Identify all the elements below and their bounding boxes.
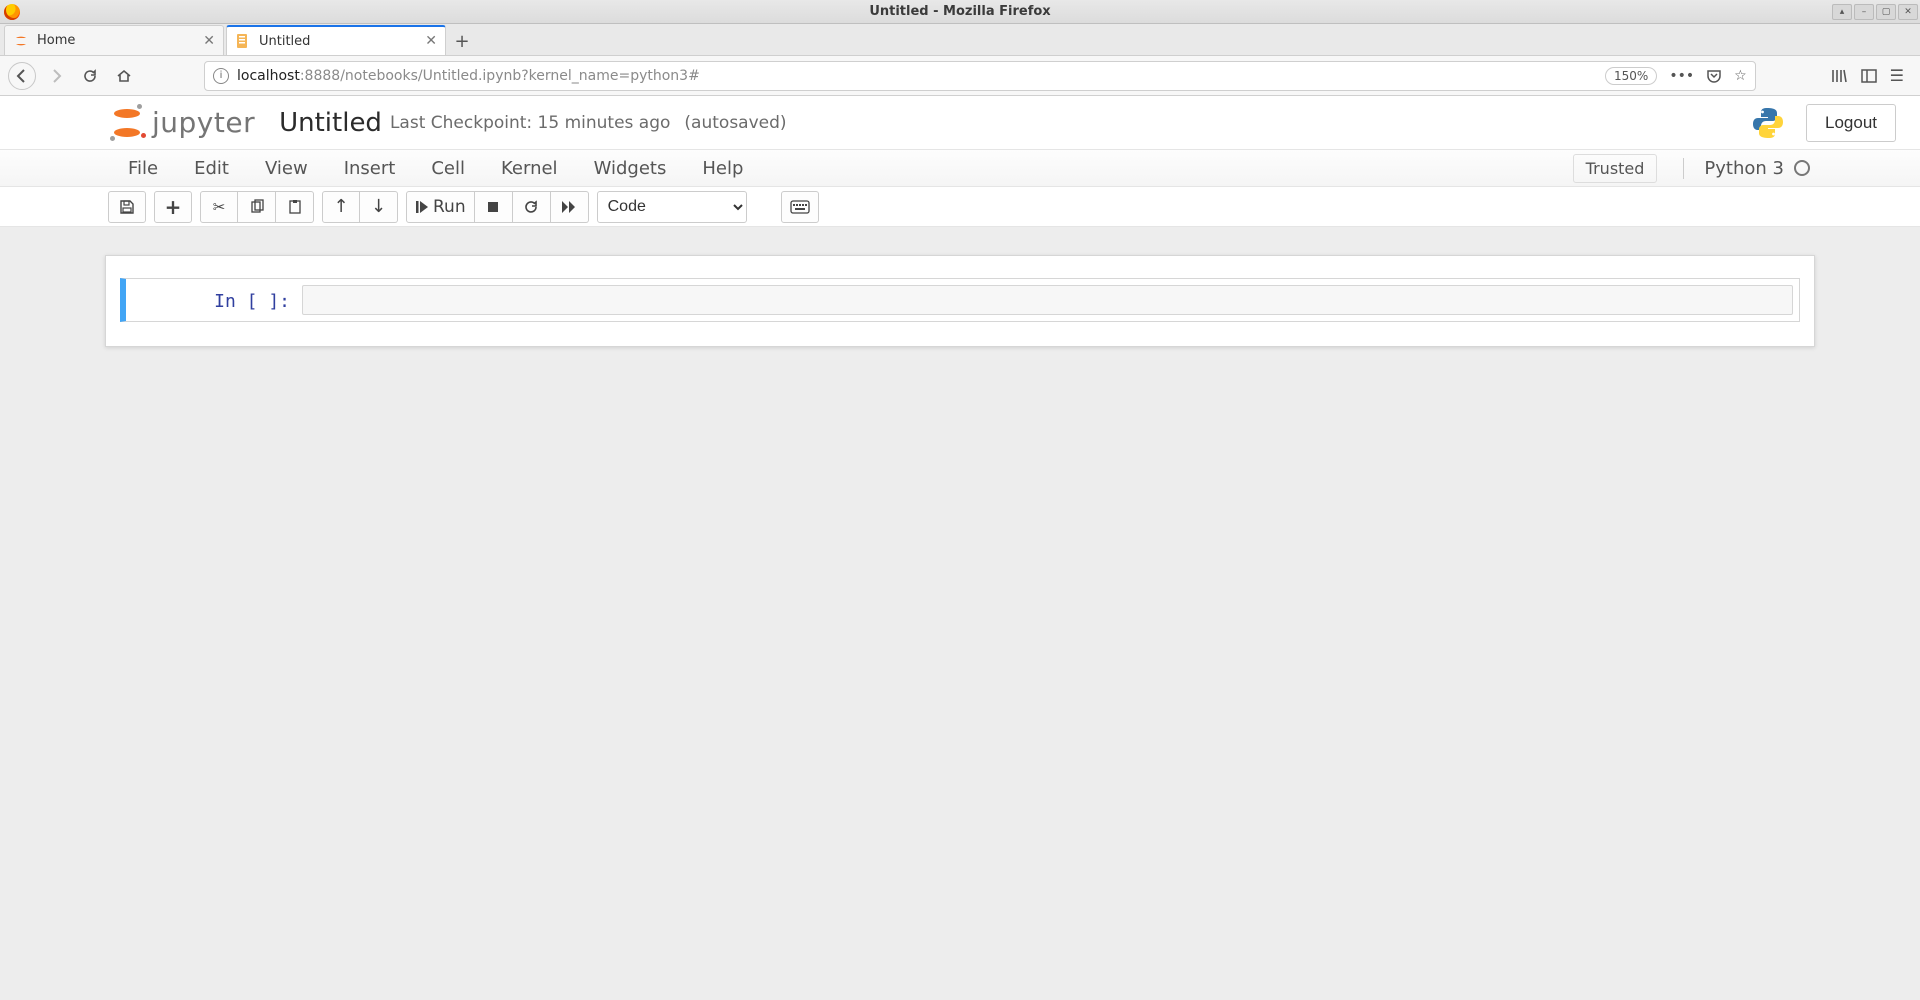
bookmark-star-icon[interactable]: ☆ [1734, 68, 1747, 84]
nav-home-button[interactable] [110, 62, 138, 90]
trusted-indicator[interactable]: Trusted [1573, 154, 1658, 183]
restart-run-all-button[interactable] [551, 191, 589, 223]
notebook-header: jupyter Untitled Last Checkpoint: 15 min… [0, 96, 1920, 150]
notebook-container: In [ ]: [105, 255, 1815, 347]
jupyter-page: jupyter Untitled Last Checkpoint: 15 min… [0, 96, 1920, 347]
run-cell-button[interactable]: Run [406, 191, 475, 223]
tab-close-icon[interactable]: ✕ [203, 33, 215, 49]
browser-tab-label: Untitled [259, 34, 310, 49]
page-actions-icon[interactable]: ••• [1669, 68, 1694, 84]
menu-kernel[interactable]: Kernel [483, 150, 576, 186]
site-info-icon[interactable]: i [213, 68, 229, 84]
notebook-favicon-icon [235, 33, 251, 49]
browser-tab-home[interactable]: Home ✕ [4, 25, 224, 55]
menu-help[interactable]: Help [684, 150, 761, 186]
restart-icon [523, 199, 539, 215]
restart-kernel-button[interactable] [513, 191, 551, 223]
kernel-status-icon [1794, 160, 1810, 176]
keyboard-icon [790, 200, 810, 214]
menu-cell[interactable]: Cell [413, 150, 483, 186]
window-minimize-button[interactable]: – [1854, 4, 1874, 20]
jupyter-logo-text: jupyter [152, 106, 255, 139]
library-icon[interactable] [1830, 67, 1848, 85]
autosave-text: (autosaved) [684, 113, 786, 133]
menu-edit[interactable]: Edit [176, 150, 247, 186]
sidebar-toggle-icon[interactable] [1860, 67, 1878, 85]
cut-cell-button[interactable]: ✂ [200, 191, 238, 223]
jupyter-orbit-icon [110, 106, 144, 140]
checkpoint-text: Last Checkpoint: 15 minutes ago [390, 113, 670, 133]
copy-cell-button[interactable] [238, 191, 276, 223]
nav-back-button[interactable] [8, 62, 36, 90]
window-maximize-button[interactable]: ▢ [1876, 4, 1896, 20]
arrow-down-icon: ↓ [371, 196, 386, 217]
save-icon [119, 199, 135, 215]
insert-cell-button[interactable]: + [154, 191, 192, 223]
run-label: Run [433, 197, 466, 217]
stop-icon [486, 200, 500, 214]
jupyter-logo[interactable]: jupyter [110, 106, 255, 140]
run-step-icon [415, 200, 429, 214]
tab-close-icon[interactable]: ✕ [425, 33, 437, 49]
jupyter-favicon-icon [13, 33, 29, 49]
move-cell-up-button[interactable]: ↑ [322, 191, 360, 223]
plus-icon: + [165, 195, 182, 219]
fast-forward-icon [561, 200, 577, 214]
python-logo-icon [1750, 105, 1786, 141]
menu-widgets[interactable]: Widgets [576, 150, 685, 186]
kernel-name: Python 3 [1704, 158, 1784, 179]
browser-navbar: i localhost:8888/notebooks/Untitled.ipyn… [0, 56, 1920, 96]
window-titlebar: Untitled - Mozilla Firefox ▴ – ▢ ✕ [0, 0, 1920, 24]
code-input[interactable] [302, 285, 1793, 315]
new-tab-button[interactable]: + [448, 27, 476, 55]
notebook-toolbar: + ✂ ↑ ↓ Run [0, 187, 1920, 227]
notebook-area: In [ ]: [0, 227, 1920, 347]
browser-tabstrip: Home ✕ Untitled ✕ + [0, 24, 1920, 56]
pocket-icon[interactable] [1706, 68, 1722, 84]
move-cell-down-button[interactable]: ↓ [360, 191, 398, 223]
notebook-title[interactable]: Untitled [279, 108, 382, 138]
menu-file[interactable]: File [110, 150, 176, 186]
nav-forward-button[interactable] [42, 62, 70, 90]
logout-button[interactable]: Logout [1806, 104, 1896, 142]
browser-tab-notebook[interactable]: Untitled ✕ [226, 25, 446, 55]
arrow-up-icon: ↑ [333, 196, 348, 217]
nav-reload-button[interactable] [76, 62, 104, 90]
firefox-menu-icon[interactable]: ☰ [1890, 66, 1904, 85]
save-button[interactable] [108, 191, 146, 223]
window-extra-button[interactable]: ▴ [1832, 4, 1852, 20]
code-cell[interactable]: In [ ]: [120, 278, 1800, 322]
copy-icon [249, 199, 265, 215]
zoom-indicator[interactable]: 150% [1605, 67, 1657, 85]
scissors-icon: ✂ [213, 198, 226, 216]
cell-prompt: In [ ]: [132, 285, 302, 315]
url-bar[interactable]: i localhost:8888/notebooks/Untitled.ipyn… [204, 61, 1756, 91]
paste-icon [287, 199, 303, 215]
window-controls: ▴ – ▢ ✕ [1832, 4, 1920, 20]
menu-view[interactable]: View [247, 150, 326, 186]
browser-tab-label: Home [37, 33, 75, 48]
cell-type-select[interactable]: Code [597, 191, 747, 223]
command-palette-button[interactable] [781, 191, 819, 223]
notebook-menubar: File Edit View Insert Cell Kernel Widget… [0, 150, 1920, 187]
firefox-icon [4, 4, 20, 20]
window-close-button[interactable]: ✕ [1898, 4, 1918, 20]
url-host: localhost [237, 68, 300, 84]
interrupt-kernel-button[interactable] [475, 191, 513, 223]
window-title: Untitled - Mozilla Firefox [869, 4, 1050, 19]
paste-cell-button[interactable] [276, 191, 314, 223]
menu-insert[interactable]: Insert [326, 150, 414, 186]
url-path: :8888/notebooks/Untitled.ipynb?kernel_na… [300, 68, 700, 84]
kernel-indicator[interactable]: Python 3 [1683, 158, 1810, 179]
